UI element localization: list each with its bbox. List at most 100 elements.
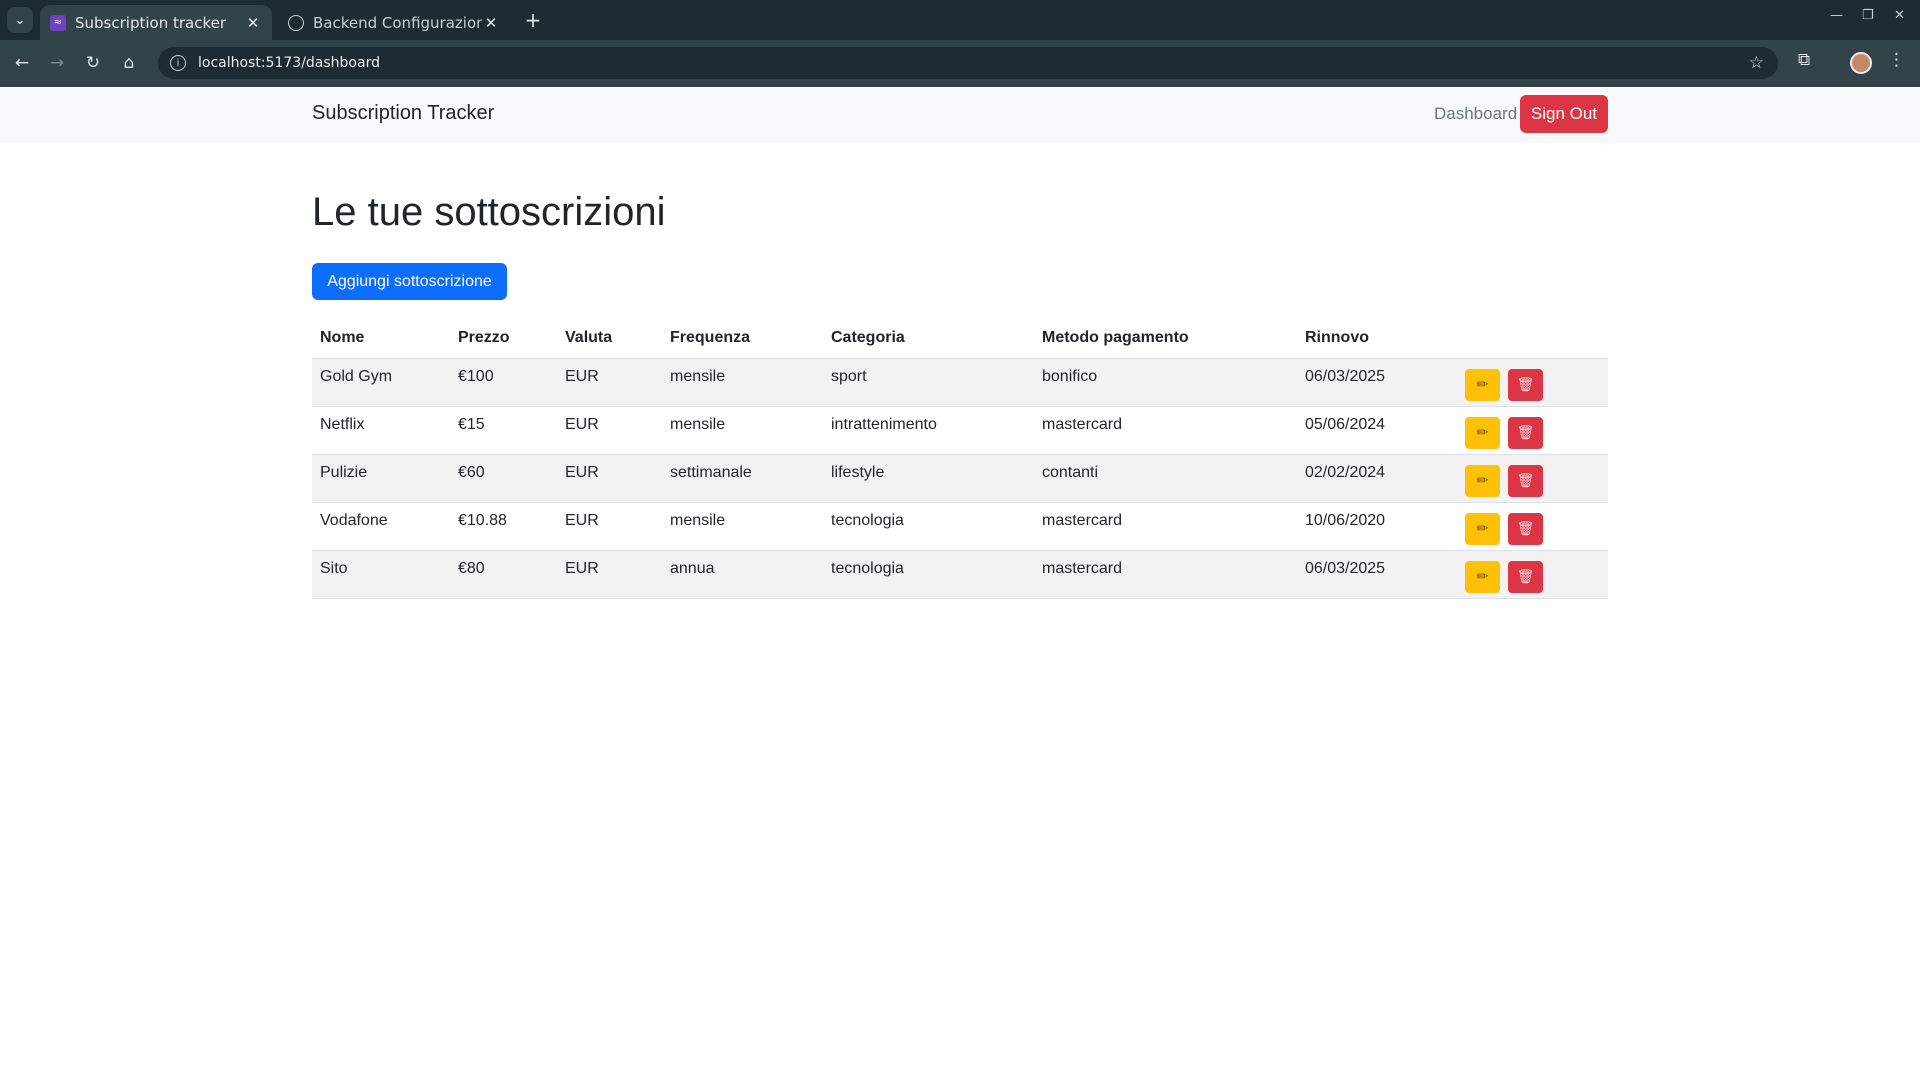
delete-button[interactable]: 🗑	[1508, 464, 1543, 497]
cell-metodo-pagamento: contanti	[1034, 454, 1297, 503]
close-window-icon[interactable]: ✕	[1894, 8, 1905, 23]
cell-rinnovo: 06/03/2025	[1297, 550, 1457, 599]
cell-frequenza: annua	[662, 550, 823, 599]
cell-categoria: lifestyle	[823, 454, 1034, 503]
cell-metodo-pagamento: mastercard	[1034, 550, 1297, 599]
cell-prezzo: €10.88	[450, 502, 557, 551]
app-brand[interactable]: Subscription Tracker	[312, 102, 494, 125]
cell-nome: Sito	[312, 550, 450, 599]
new-tab-button[interactable]: +	[520, 7, 546, 33]
cell-categoria: tecnologia	[823, 550, 1034, 599]
cell-actions: ✏ 🗑	[1457, 358, 1608, 407]
cell-frequenza: mensile	[662, 406, 823, 455]
profile-avatar[interactable]	[1850, 52, 1872, 74]
edit-button[interactable]: ✏	[1465, 512, 1500, 545]
close-tab-icon[interactable]: ✕	[244, 14, 262, 32]
cell-rinnovo: 06/03/2025	[1297, 358, 1457, 407]
cell-actions: ✏ 🗑	[1457, 406, 1608, 455]
sign-out-button[interactable]: Sign Out	[1520, 95, 1608, 133]
address-url: localhost:5173/dashboard	[198, 55, 380, 71]
cell-frequenza: settimanale	[662, 454, 823, 503]
tab-title: Subscription tracker	[75, 13, 227, 32]
column-header-actions	[1457, 318, 1608, 359]
column-header: Frequenza	[662, 318, 823, 359]
cell-prezzo: €15	[450, 406, 557, 455]
trash-icon: 🗑	[1516, 568, 1535, 584]
cell-rinnovo: 05/06/2024	[1297, 406, 1457, 455]
menu-kebab-icon[interactable]: ⋮	[1888, 50, 1905, 70]
cell-valuta: EUR	[557, 406, 662, 455]
extensions-icon[interactable]: ⧉	[1798, 50, 1810, 70]
page-title: Le tue sottoscrizioni	[312, 190, 666, 234]
bookmark-star-icon[interactable]: ☆	[1749, 53, 1764, 73]
forward-arrow-icon[interactable]: →	[44, 50, 70, 76]
subscriptions-table: Nome Prezzo Valuta Frequenza Categoria M…	[312, 318, 1608, 599]
column-header: Nome	[312, 318, 450, 359]
column-header: Rinnovo	[1297, 318, 1457, 359]
pencil-icon: ✏	[1476, 568, 1489, 584]
cell-actions: ✏ 🗑	[1457, 550, 1608, 599]
address-bar[interactable]: i localhost:5173/dashboard ☆	[158, 47, 1778, 79]
cell-nome: Pulizie	[312, 454, 450, 503]
cell-valuta: EUR	[557, 550, 662, 599]
app-favicon-icon: ≈	[50, 14, 66, 31]
column-header: Metodo pagamento	[1034, 318, 1297, 359]
column-header: Prezzo	[450, 318, 557, 359]
trash-icon: 🗑	[1516, 520, 1535, 536]
cell-prezzo: €80	[450, 550, 557, 599]
table-row: Vodafone €10.88 EUR mensile tecnologia m…	[312, 502, 1608, 551]
trash-icon: 🗑	[1516, 424, 1535, 440]
cell-metodo-pagamento: mastercard	[1034, 406, 1297, 455]
cell-prezzo: €60	[450, 454, 557, 503]
edit-button[interactable]: ✏	[1465, 560, 1500, 593]
table-header-row: Nome Prezzo Valuta Frequenza Categoria M…	[312, 318, 1608, 359]
pencil-icon: ✏	[1476, 520, 1489, 536]
cell-categoria: tecnologia	[823, 502, 1034, 551]
pencil-icon: ✏	[1476, 472, 1489, 488]
reload-icon[interactable]: ↻	[80, 50, 106, 76]
cell-prezzo: €100	[450, 358, 557, 407]
delete-button[interactable]: 🗑	[1508, 512, 1543, 545]
cell-valuta: EUR	[557, 454, 662, 503]
close-tab-icon[interactable]: ✕	[482, 14, 500, 32]
home-icon[interactable]: ⌂	[116, 50, 142, 76]
cell-nome: Netflix	[312, 406, 450, 455]
add-subscription-button[interactable]: Aggiungi sottoscrizione	[312, 263, 507, 300]
cell-nome: Vodafone	[312, 502, 450, 551]
edit-button[interactable]: ✏	[1465, 368, 1500, 401]
pencil-icon: ✏	[1476, 376, 1489, 392]
delete-button[interactable]: 🗑	[1508, 416, 1543, 449]
minimize-icon[interactable]: —	[1830, 8, 1843, 23]
cell-metodo-pagamento: mastercard	[1034, 502, 1297, 551]
site-info-icon[interactable]: i	[170, 55, 186, 71]
browser-toolbar: ← → ↻ ⌂ i localhost:5173/dashboard ☆ ⧉ ⋮	[0, 40, 1920, 87]
delete-button[interactable]: 🗑	[1508, 368, 1543, 401]
cell-actions: ✏ 🗑	[1457, 502, 1608, 551]
tab-search-button[interactable]: ⌄	[7, 7, 33, 33]
restore-icon[interactable]: ❐	[1862, 8, 1874, 23]
cell-frequenza: mensile	[662, 502, 823, 551]
back-arrow-icon[interactable]: ←	[9, 50, 35, 76]
column-header: Valuta	[557, 318, 662, 359]
table-row: Gold Gym €100 EUR mensile sport bonifico…	[312, 358, 1608, 407]
cell-actions: ✏ 🗑	[1457, 454, 1608, 503]
edit-button[interactable]: ✏	[1465, 416, 1500, 449]
cell-frequenza: mensile	[662, 358, 823, 407]
delete-button[interactable]: 🗑	[1508, 560, 1543, 593]
cell-valuta: EUR	[557, 358, 662, 407]
nav-link-dashboard[interactable]: Dashboard	[1434, 104, 1517, 124]
cell-categoria: sport	[823, 358, 1034, 407]
cell-nome: Gold Gym	[312, 358, 450, 407]
tab-title: Backend Configurazione	[313, 13, 482, 32]
cell-valuta: EUR	[557, 502, 662, 551]
cell-rinnovo: 10/06/2020	[1297, 502, 1457, 551]
pencil-icon: ✏	[1476, 424, 1489, 440]
tab-subscription-tracker[interactable]: ≈ Subscription tracker ✕	[40, 5, 272, 40]
edit-button[interactable]: ✏	[1465, 464, 1500, 497]
app-navbar: Subscription Tracker Dashboard Sign Out	[0, 87, 1920, 143]
globe-icon	[288, 14, 304, 31]
browser-tab-strip: ⌄ ≈ Subscription tracker ✕ Backend Confi…	[0, 0, 1920, 40]
chevron-down-icon: ⌄	[14, 12, 26, 28]
cell-rinnovo: 02/02/2024	[1297, 454, 1457, 503]
tab-backend-configurazione[interactable]: Backend Configurazione ✕	[278, 5, 510, 40]
